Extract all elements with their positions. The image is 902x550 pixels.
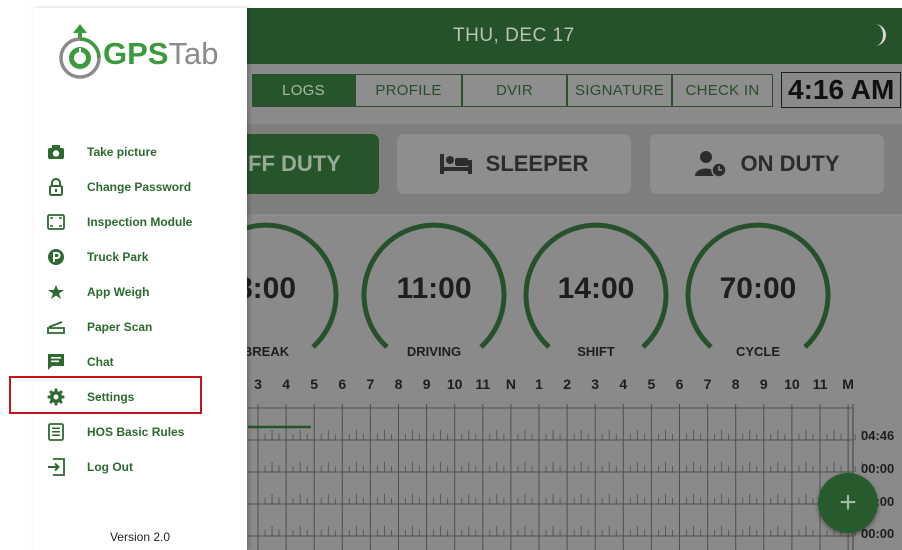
clock-display: 4:16 AM <box>781 72 902 108</box>
on-duty-button[interactable]: ON DUTY <box>650 134 884 194</box>
total-sleeper: 00:00 <box>861 461 895 476</box>
menu-item-chat[interactable]: Chat <box>33 347 247 377</box>
sleeper-button[interactable]: SLEEPER <box>397 134 631 194</box>
logo-text-bold: GPS <box>103 36 169 71</box>
menu-item-hos-basic-rules[interactable]: HOS Basic Rules <box>33 417 247 447</box>
menu-item-label: Inspection Module <box>87 215 193 229</box>
tab-logs[interactable]: LOGS <box>252 74 355 107</box>
tab-profile[interactable]: PROFILE <box>355 74 462 107</box>
hour-label: 11 <box>475 376 491 392</box>
menu-item-label: HOS Basic Rules <box>87 425 185 439</box>
total-on-duty: 00:00 <box>861 526 895 541</box>
bed-icon <box>439 154 472 174</box>
gpstab-logo: GPSTab <box>55 22 235 80</box>
tab-signature[interactable]: SIGNATURE <box>567 74 672 107</box>
hour-label: 10 <box>784 376 800 392</box>
hour-label: 5 <box>647 376 656 392</box>
scale-icon <box>47 283 65 301</box>
person-clock-icon <box>694 151 727 178</box>
chat-icon <box>47 353 65 371</box>
driving-gauge-value: 11:00 <box>396 272 472 305</box>
parking-icon <box>47 248 65 266</box>
version-label: Version 2.0 <box>109 530 171 544</box>
scanner-icon <box>47 318 65 336</box>
menu-item-label: Change Password <box>87 180 192 194</box>
tab-check-in[interactable]: CHECK IN <box>672 74 773 107</box>
menu-item-label: Chat <box>87 355 114 369</box>
menu-item-change-password[interactable]: Change Password <box>33 172 247 202</box>
total-off-duty: 04:46 <box>861 428 895 443</box>
menu-item-log-out[interactable]: Log Out <box>33 452 247 482</box>
menu-item-app-weigh[interactable]: App Weigh <box>33 277 247 307</box>
lock-icon <box>47 178 65 196</box>
hour-label: N <box>505 376 516 392</box>
hour-label: 6 <box>338 376 347 392</box>
hour-label: 7 <box>366 376 375 392</box>
app-screen: THU, DEC 17 LOGS PROFILE DVIR SIGNATURE … <box>0 0 902 550</box>
hour-label: 8 <box>394 376 403 392</box>
navigation-drawer: GPSTab Take picture Change Password Insp… <box>33 8 247 550</box>
camera-icon <box>47 143 65 161</box>
hour-label: 9 <box>422 376 431 392</box>
hour-label: 10 <box>446 376 463 392</box>
hour-label: 4 <box>619 376 628 392</box>
date-label: THU, DEC 17 <box>453 25 575 46</box>
tab-dvir[interactable]: DVIR <box>462 74 567 107</box>
hour-label: 3 <box>591 376 600 392</box>
logo-text-light: Tab <box>168 36 219 71</box>
menu-item-label: Log Out <box>87 460 133 474</box>
logout-icon <box>47 458 65 476</box>
driving-gauge: 11:00 DRIVING <box>359 216 509 366</box>
logo-text: GPSTab <box>103 36 218 72</box>
hour-label: 6 <box>675 376 684 392</box>
menu-item-label: Truck Park <box>87 250 149 264</box>
driving-gauge-label: DRIVING <box>406 344 462 359</box>
shift-gauge-value: 14:00 <box>557 272 635 305</box>
hour-label: 1 <box>535 376 543 392</box>
off-duty-label: FF DUTY <box>248 151 341 176</box>
rules-icon <box>47 423 65 441</box>
hour-label: 2 <box>563 376 571 392</box>
hour-label: M <box>842 376 854 392</box>
logo-mark-icon <box>59 24 101 79</box>
hour-label: 11 <box>812 376 828 392</box>
settings-highlight-box <box>9 376 202 414</box>
sleeper-label: SLEEPER <box>485 151 589 176</box>
shift-gauge-label: SHIFT <box>577 344 615 359</box>
hour-label: 8 <box>731 376 740 392</box>
hour-label: 3 <box>254 376 262 392</box>
menu-item-label: Paper Scan <box>87 320 153 334</box>
menu-item-paper-scan[interactable]: Paper Scan <box>33 312 247 342</box>
hour-label: 4 <box>282 376 290 392</box>
on-duty-label: ON DUTY <box>740 151 840 176</box>
hour-label: 9 <box>759 376 768 392</box>
add-button[interactable]: + <box>818 473 878 533</box>
menu-item-label: Take picture <box>87 145 157 159</box>
hour-label: 5 <box>310 376 319 392</box>
cycle-gauge-label: CYCLE <box>735 344 781 359</box>
shift-gauge: 14:00 SHIFT <box>521 216 671 366</box>
menu-item-take-picture[interactable]: Take picture <box>33 137 247 167</box>
cycle-gauge-value: 70:00 <box>719 272 797 305</box>
menu-item-inspection-module[interactable]: Inspection Module <box>33 207 247 237</box>
inspection-icon <box>47 213 65 231</box>
menu-item-truck-park[interactable]: Truck Park <box>33 242 247 272</box>
menu-item-label: App Weigh <box>87 285 150 299</box>
moon-icon[interactable] <box>869 22 891 48</box>
cycle-gauge: 70:00 CYCLE <box>683 216 833 366</box>
hour-label: 7 <box>703 376 712 392</box>
